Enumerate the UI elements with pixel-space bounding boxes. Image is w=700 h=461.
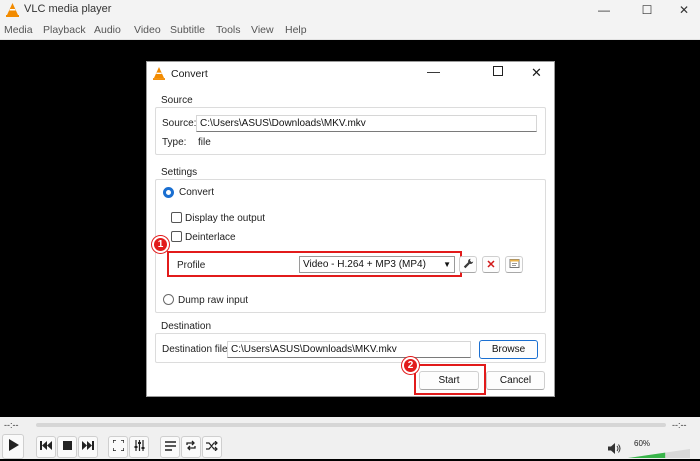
- volume-slider[interactable]: [628, 449, 690, 458]
- menu-view[interactable]: View: [251, 24, 274, 36]
- edit-profile-button[interactable]: [459, 256, 477, 273]
- playlist-icon: [164, 440, 176, 454]
- source-group-title: Source: [161, 95, 193, 106]
- deinterlace-label: Deinterlace: [185, 232, 236, 243]
- start-button[interactable]: Start: [419, 371, 479, 390]
- chevron-down-icon: ▼: [443, 260, 451, 269]
- next-icon: [82, 441, 94, 453]
- player-controls: --:-- --:-- 60%: [0, 417, 700, 459]
- menu-video[interactable]: Video: [134, 24, 161, 36]
- elapsed-time: --:--: [4, 420, 19, 430]
- settings-group: [155, 179, 546, 313]
- previous-button[interactable]: [36, 436, 56, 458]
- shuffle-button[interactable]: [202, 436, 222, 458]
- stop-button[interactable]: [57, 436, 77, 458]
- playlist-button[interactable]: [160, 436, 180, 458]
- fullscreen-button[interactable]: [108, 436, 128, 458]
- display-output-checkbox[interactable]: [171, 212, 182, 223]
- vlc-cone-icon: [6, 3, 19, 20]
- menu-audio[interactable]: Audio: [94, 24, 121, 36]
- new-profile-icon: [509, 258, 520, 272]
- fullscreen-icon: [111, 439, 125, 454]
- destination-file-label: Destination file:: [162, 344, 231, 355]
- type-label: Type:: [162, 137, 187, 148]
- source-field[interactable]: C:\Users\ASUS\Downloads\MKV.mkv: [196, 115, 537, 132]
- dump-raw-label: Dump raw input: [178, 295, 249, 306]
- cancel-button[interactable]: Cancel: [486, 371, 545, 390]
- volume-percent: 60%: [634, 439, 651, 448]
- new-profile-button[interactable]: [505, 256, 523, 273]
- shuffle-icon: [206, 440, 218, 454]
- menu-subtitle[interactable]: Subtitle: [170, 24, 205, 36]
- next-button[interactable]: [78, 436, 98, 458]
- remaining-time: --:--: [672, 420, 687, 430]
- source-label: Source:: [162, 118, 197, 129]
- deinterlace-checkbox[interactable]: [171, 231, 182, 242]
- delete-profile-button[interactable]: ✕: [482, 256, 500, 273]
- vlc-cone-icon: [153, 67, 165, 83]
- dialog-title: Convert: [171, 68, 208, 80]
- dialog-close-button[interactable]: ✕: [531, 65, 542, 81]
- profile-select-value: Video - H.264 + MP3 (MP4): [303, 259, 426, 270]
- maximize-button[interactable]: ☐: [627, 0, 667, 20]
- convert-label: Convert: [179, 187, 215, 198]
- destination-group-title: Destination: [161, 321, 212, 332]
- close-window-button[interactable]: ✕: [664, 0, 700, 20]
- dump-raw-radio[interactable]: [163, 294, 174, 305]
- dialog-minimize-button[interactable]: —: [427, 64, 440, 79]
- annotation-badge-2: 2: [402, 357, 419, 374]
- minimize-button[interactable]: —: [584, 0, 624, 20]
- display-output-label: Display the output: [185, 213, 266, 224]
- loop-button[interactable]: [181, 436, 201, 458]
- convert-dialog: Convert — ✕ Source Source: C:\Users\ASUS…: [146, 61, 555, 397]
- annotation-badge-1: 1: [152, 236, 169, 253]
- type-value: file: [198, 137, 211, 148]
- play-icon: [8, 439, 19, 454]
- browse-button[interactable]: Browse: [479, 340, 538, 359]
- settings-group-title: Settings: [161, 167, 198, 178]
- loop-icon: [185, 440, 197, 454]
- extended-settings-button[interactable]: [129, 436, 149, 458]
- destination-file-field[interactable]: C:\Users\ASUS\Downloads\MKV.mkv: [227, 341, 471, 358]
- delete-x-icon: ✕: [486, 259, 496, 271]
- dialog-titlebar: Convert — ✕: [147, 62, 554, 86]
- menu-playback[interactable]: Playback: [43, 24, 86, 36]
- dialog-maximize-button[interactable]: [493, 66, 503, 76]
- previous-icon: [40, 441, 52, 453]
- convert-radio[interactable]: [163, 187, 174, 198]
- menu-help[interactable]: Help: [285, 24, 307, 36]
- profile-select[interactable]: Video - H.264 + MP3 (MP4) ▼: [299, 256, 455, 273]
- menu-bar: Media Playback Audio Video Subtitle Tool…: [0, 20, 700, 40]
- equalizer-icon: [134, 440, 145, 454]
- menu-media[interactable]: Media: [4, 24, 33, 36]
- window-titlebar: VLC media player — ☐ ✕: [0, 0, 700, 20]
- menu-tools[interactable]: Tools: [216, 24, 241, 36]
- wrench-icon: [463, 258, 474, 272]
- speaker-icon[interactable]: [608, 443, 621, 457]
- seek-bar[interactable]: [36, 423, 666, 427]
- window-title: VLC media player: [24, 3, 112, 15]
- stop-icon: [62, 441, 72, 453]
- profile-label: Profile: [177, 260, 206, 271]
- play-button[interactable]: [2, 434, 24, 459]
